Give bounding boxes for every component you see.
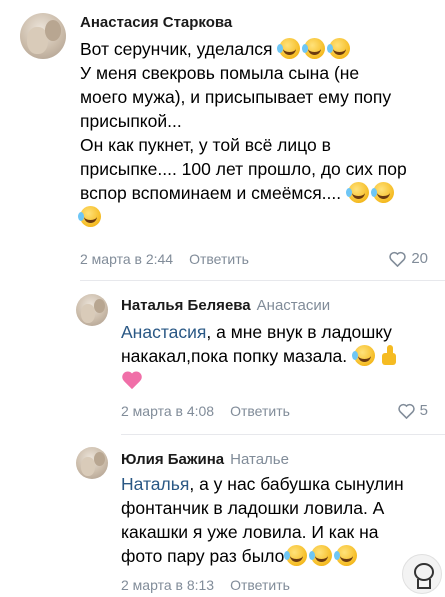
author-name[interactable]: Юлия Бажина	[121, 451, 224, 468]
text-line: , а у нас бабушка сынулин	[189, 474, 404, 494]
reply-button[interactable]: Ответить	[230, 403, 290, 419]
rofl-emoji-icon	[352, 345, 376, 366]
rofl-emoji-icon	[334, 545, 358, 566]
thumbs-up-icon	[379, 345, 399, 366]
reply-to-name[interactable]: Наталье	[230, 451, 289, 468]
reply-button[interactable]: Ответить	[189, 251, 249, 267]
rofl-emoji-icon	[277, 38, 301, 59]
text-line: накакал,пока попку мазала.	[121, 346, 348, 366]
avatar[interactable]	[20, 13, 66, 59]
divider	[121, 434, 445, 435]
rofl-emoji-icon	[309, 545, 333, 566]
rofl-emoji-icon	[371, 182, 395, 203]
comment-author[interactable]: Юлия Бажина Наталье	[121, 451, 289, 468]
text-line: У меня свекровь помыла сына (не	[80, 63, 360, 83]
text-line: фонтанчик в ладошки ловила. А	[121, 498, 385, 518]
text-line: , а мне внук в ладошку	[206, 322, 392, 342]
divider	[80, 280, 445, 281]
comment-meta: 2 марта в 2:44 Ответить	[80, 251, 249, 267]
comment-text: Вот серунчик, уделался У меня свекровь п…	[78, 37, 407, 229]
reply-to-name[interactable]: Анастасии	[257, 297, 330, 314]
rofl-emoji-icon	[284, 545, 308, 566]
reply-button[interactable]: Ответить	[230, 577, 290, 593]
rofl-emoji-icon	[78, 206, 101, 227]
text-line: присыпке.... 100 лет прошло, до сих пор	[80, 159, 407, 179]
comment-date: 2 марта в 8:13	[121, 577, 215, 593]
comment-author[interactable]: Анастасия Старкова	[80, 14, 232, 31]
sparkling-heart-icon	[121, 370, 143, 390]
text-line: Вот серунчик, уделался	[80, 39, 273, 59]
comment-text: Наталья, а у нас бабушка сынулин фонтанч…	[121, 472, 404, 568]
avatar[interactable]	[76, 447, 108, 479]
comment-text: Анастасия, а мне внук в ладошку накакал,…	[121, 320, 401, 392]
like-count: 5	[419, 402, 428, 419]
comment-author[interactable]: Наталья Беляева Анастасии	[121, 297, 330, 314]
like-button[interactable]: 20	[389, 250, 428, 268]
text-line: присыпкой...	[80, 111, 182, 131]
rofl-emoji-icon	[302, 38, 326, 59]
comment-date: 2 марта в 2:44	[80, 251, 174, 267]
heart-outline-icon	[389, 251, 407, 268]
rofl-emoji-icon	[327, 38, 351, 59]
avatar[interactable]	[76, 294, 108, 326]
text-line: фото пару раз было	[121, 546, 285, 566]
mention-link[interactable]: Наталья	[121, 474, 189, 494]
like-button[interactable]: 5	[397, 402, 428, 420]
text-line: какашки я уже ловила. И как на	[121, 522, 379, 542]
comment-date: 2 марта в 4:08	[121, 403, 215, 419]
comment-meta: 2 марта в 8:13 Ответить	[121, 577, 290, 593]
heart-outline-icon	[397, 403, 415, 420]
comment-meta: 2 марта в 4:08 Ответить	[121, 403, 290, 419]
text-line: вспор вспоминаем и смеёмся....	[80, 183, 342, 203]
watermark-logo-icon	[402, 554, 442, 594]
like-count: 20	[411, 250, 428, 267]
mention-link[interactable]: Анастасия	[121, 322, 206, 342]
author-name[interactable]: Анастасия Старкова	[80, 14, 232, 31]
author-name[interactable]: Наталья Беляева	[121, 297, 251, 314]
rofl-emoji-icon	[346, 182, 370, 203]
text-line: Он как пукнет, у той всё лицо в	[80, 135, 331, 155]
text-line: моего мужа), и присыпывает ему попу	[80, 87, 392, 107]
